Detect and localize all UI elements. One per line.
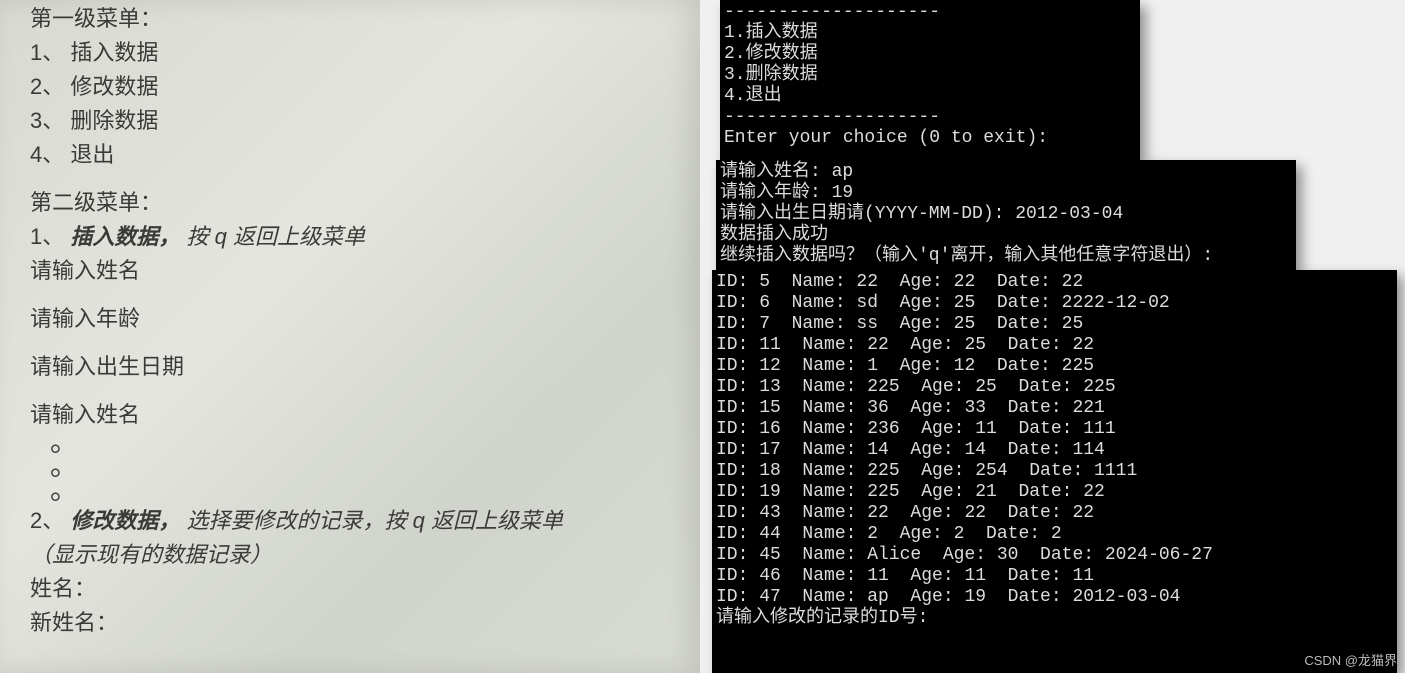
ellipsis-dot: 。	[50, 478, 680, 502]
sub2-title: 修改数据，	[70, 508, 180, 533]
sub1-number: 1、	[30, 224, 64, 249]
label-new-name: 新姓名：	[30, 608, 680, 638]
sub2-number: 2、	[30, 508, 64, 533]
menu2-sub1: 1、 插入数据， 按 q 返回上级菜单	[30, 222, 680, 252]
sub2-desc: 选择要修改的记录，按 q 返回上级菜单	[187, 508, 563, 533]
prompt-dob: 请输入出生日期	[30, 352, 680, 382]
label-name: 姓名：	[30, 574, 680, 604]
menu1-heading: 第一级菜单：	[30, 4, 680, 34]
menu1-item-modify: 2、 修改数据	[30, 72, 680, 102]
menu1-item-delete: 3、 删除数据	[30, 106, 680, 136]
ellipsis-dot: 。	[50, 454, 680, 478]
menu2-sub2: 2、 修改数据， 选择要修改的记录，按 q 返回上级菜单	[30, 506, 680, 536]
csdn-watermark: CSDN @龙猫界	[1304, 650, 1397, 669]
terminal-insert[interactable]: 请输入姓名: ap 请输入年龄: 19 请输入出生日期请(YYYY-MM-DD)…	[716, 160, 1296, 270]
paper-spec: 第一级菜单： 1、 插入数据 2、 修改数据 3、 删除数据 4、 退出 第二级…	[0, 0, 700, 673]
sub1-title: 插入数据，	[70, 224, 180, 249]
prompt-age: 请输入年龄	[30, 304, 680, 334]
sub1-desc: 按 q 返回上级菜单	[187, 224, 365, 249]
terminal-menu[interactable]: -------------------- 1.插入数据 2.修改数据 3.删除数…	[720, 0, 1140, 160]
prompt-name-repeat: 请输入姓名	[30, 400, 680, 430]
ellipsis-dot: 。	[50, 430, 680, 454]
menu1-item-insert: 1、 插入数据	[30, 38, 680, 68]
sub2-note: （显示现有的数据记录）	[30, 540, 680, 570]
prompt-name: 请输入姓名	[30, 256, 680, 286]
menu1-item-exit: 4、 退出	[30, 140, 680, 170]
menu2-heading: 第二级菜单：	[30, 188, 680, 218]
terminal-records[interactable]: ID: 5 Name: 22 Age: 22 Date: 22 ID: 6 Na…	[712, 270, 1397, 673]
